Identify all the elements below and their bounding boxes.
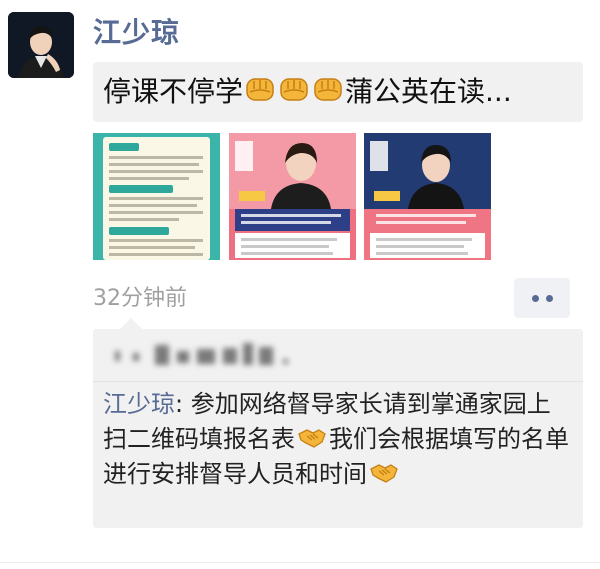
- more-dot-icon: [545, 294, 553, 302]
- fist-emoji-icon: [280, 78, 308, 101]
- post-author-name[interactable]: 江少琼: [93, 14, 180, 52]
- post-text-end: 蒲公英在读...: [345, 75, 512, 108]
- post-text[interactable]: 停课不停学 蒲公英在读...: [93, 62, 583, 122]
- comment-separator: :: [175, 390, 191, 418]
- avatar[interactable]: [8, 12, 74, 78]
- post-image-1[interactable]: [93, 133, 220, 260]
- post-timestamp: 32分钟前: [93, 286, 187, 311]
- comment-pointer: [120, 318, 142, 329]
- handshake-emoji-icon: [370, 464, 398, 483]
- divider: [0, 562, 600, 563]
- likes-row-blurred: [93, 329, 583, 382]
- poster-teacher-icon: [364, 133, 491, 260]
- more-dot-icon: [531, 294, 539, 302]
- poster-teacher-icon: [229, 133, 356, 260]
- handshake-emoji-icon: [298, 429, 326, 448]
- poster-tips-icon: [93, 133, 220, 260]
- post-image-2[interactable]: [229, 133, 356, 260]
- comment-item[interactable]: 江少琼: 参加网络督导家长请到掌通家园上扫二维码填报名表 我们会根据填写的名单进行…: [103, 387, 573, 492]
- fist-emoji-icon: [314, 78, 342, 101]
- post-image-3[interactable]: [364, 133, 491, 260]
- fist-emoji-icon: [246, 78, 274, 101]
- comment-section: 江少琼: 参加网络督导家长请到掌通家园上扫二维码填报名表 我们会根据填写的名单进行…: [93, 329, 583, 528]
- comment-author[interactable]: 江少琼: [103, 390, 175, 418]
- like-comment-button[interactable]: [514, 278, 570, 318]
- post-text-start: 停课不停学: [103, 75, 244, 108]
